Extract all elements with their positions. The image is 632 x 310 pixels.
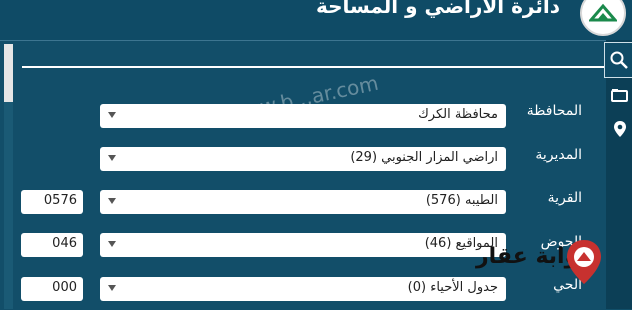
side-toolbar [606,40,632,309]
scrollbar[interactable] [4,44,13,309]
search-tool-button[interactable] [604,42,632,78]
village-code-field[interactable]: 0576 [21,190,83,214]
neighborhood-code-field[interactable]: 000 [21,277,83,301]
site-header: دائرة الاراضي و المساحة [0,0,632,40]
basin-select[interactable]: المواقيع (46) [100,233,506,257]
basin-code-field[interactable]: 046 [21,233,83,257]
chevron-down-icon [108,112,116,118]
section-divider [22,66,606,68]
chevron-down-icon [108,285,116,291]
folder-icon[interactable] [611,88,628,102]
brand-pin-icon [567,240,601,284]
village-value: الطيبه (576) [425,193,498,208]
site-title: دائرة الاراضي و المساحة [315,0,560,18]
location-pin-icon[interactable] [613,120,627,138]
logo-icon [589,3,617,22]
village-select[interactable]: الطيبه (576) [100,190,506,214]
governorate-select[interactable]: محافظة الكرك [100,104,506,128]
neighborhood-select[interactable]: جدول الأحياء (0) [100,277,506,301]
neighborhood-code: 000 [52,280,77,295]
chevron-down-icon [108,155,116,161]
village-code: 0576 [43,193,77,208]
brand-overlay: بوابة عقار [476,238,606,288]
search-icon [610,51,628,69]
village-label: القرية [547,190,582,206]
directorate-select[interactable]: اراضي المزار الجنوبي (29) [100,147,506,171]
dls-logo[interactable] [580,0,626,36]
chevron-down-icon [108,241,116,247]
scrollbar-thumb[interactable] [4,44,13,102]
chevron-down-icon [108,198,116,204]
governorate-value: محافظة الكرك [418,107,498,122]
basin-code: 046 [52,236,77,251]
directorate-value: اراضي المزار الجنوبي (29) [350,150,498,165]
directorate-label: المديرية [535,147,582,163]
governorate-label: المحافظة [526,103,582,119]
